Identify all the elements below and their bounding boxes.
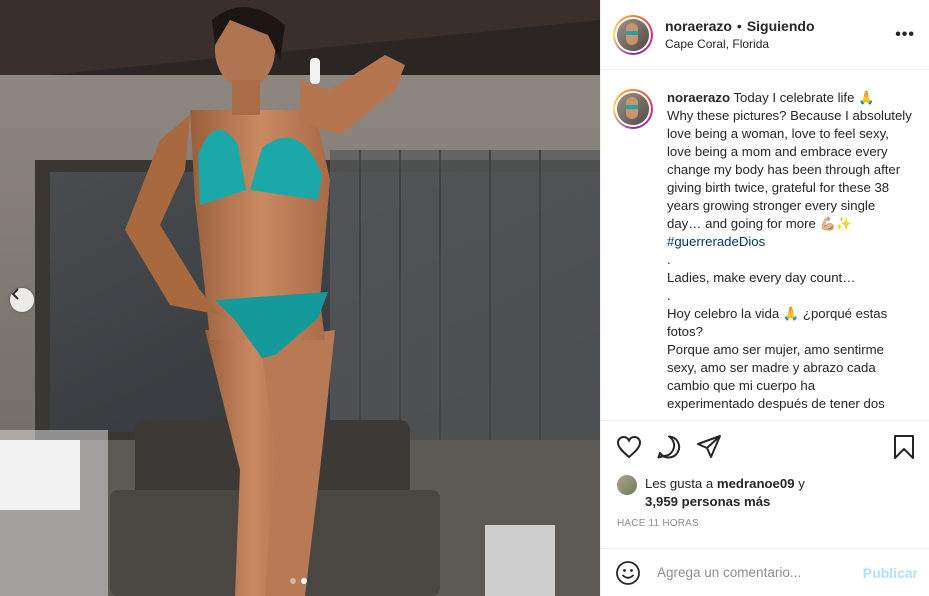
carousel-prev-button[interactable]: [10, 288, 34, 312]
caption-line: fotos?: [667, 324, 703, 339]
action-bar: [601, 420, 929, 472]
follow-status-button[interactable]: Siguiendo: [747, 18, 815, 34]
caption-line: .: [667, 252, 671, 267]
likes-connector: y: [798, 476, 805, 491]
post-comment-button[interactable]: Publicar: [863, 565, 918, 581]
photo-scene: [0, 0, 600, 596]
header-separator: •: [736, 18, 742, 34]
comment-input[interactable]: [657, 565, 847, 580]
hashtag-link[interactable]: #guerreradeDios: [667, 233, 918, 251]
comment-button[interactable]: [653, 431, 685, 463]
caption-line: Porque amo ser mujer, amo sentirme: [667, 342, 884, 357]
caption-line: Today I celebrate life 🙏: [733, 90, 875, 105]
likes-summary: Les gusta a medranoe09 y 3,959 personas …: [617, 475, 805, 511]
caption-line: Ladies, make every day count…: [667, 270, 856, 285]
caption-line: cambio que mi cuerpo ha: [667, 378, 816, 393]
avatar[interactable]: [613, 14, 653, 55]
save-button[interactable]: [888, 431, 920, 463]
caption-line: change my body has been through after: [667, 162, 901, 177]
caption-line: experimentado después de tener dos: [667, 396, 885, 411]
carousel-dot: [290, 578, 296, 584]
caption-line: love being a mom and embrace every: [667, 144, 888, 159]
caption-line: Why these pictures? Because I absolutely: [667, 108, 912, 123]
caption-line: Hoy celebro la vida 🙏 ¿porqué estas: [667, 306, 888, 321]
like-button[interactable]: [613, 431, 645, 463]
liker-username[interactable]: medranoe09: [717, 476, 795, 491]
paper-plane-icon: [697, 434, 721, 458]
caption-line: giving birth twice, grateful for these 3…: [667, 180, 890, 195]
more-options-icon[interactable]: •••: [895, 26, 915, 44]
likes-count-link[interactable]: 3,959 personas más: [645, 494, 770, 509]
post-header: noraerazo • Siguiendo Cape Coral, Florid…: [601, 0, 929, 70]
comment-bubble-icon: [657, 435, 681, 458]
caption-line: .: [667, 288, 671, 303]
carousel-indicator: [290, 578, 307, 584]
emoji-icon[interactable]: [615, 560, 641, 586]
header-username[interactable]: noraerazo: [665, 18, 732, 34]
share-button[interactable]: [693, 431, 725, 463]
post-timestamp[interactable]: HACE 11 HORAS: [617, 518, 699, 529]
post-side-panel: noraerazo • Siguiendo Cape Coral, Florid…: [600, 0, 929, 596]
comment-form: Publicar: [601, 548, 929, 596]
liker-avatar[interactable]: [617, 475, 637, 495]
caption-line: sexy, amo ser madre y abrazo cada: [667, 360, 876, 375]
chevron-left-icon: [11, 288, 19, 300]
post-photo[interactable]: [0, 0, 600, 596]
caption-line: love being a woman, love to feel sexy,: [667, 126, 889, 141]
likes-prefix: Les gusta a: [645, 476, 714, 491]
caption-line: day… and going for more 💪🏼✨: [667, 216, 853, 231]
carousel-dot-active: [301, 578, 307, 584]
bookmark-icon: [894, 434, 914, 459]
caption-avatar[interactable]: [613, 89, 653, 129]
caption-username[interactable]: noraerazo: [667, 90, 730, 105]
heart-icon: [616, 435, 642, 458]
caption-line: years growing stronger every single: [667, 198, 876, 213]
caption-text: noraerazo Today I celebrate life 🙏 Why t…: [667, 89, 918, 413]
location-link[interactable]: Cape Coral, Florida: [665, 37, 815, 51]
caption-section: noraerazo Today I celebrate life 🙏 Why t…: [601, 71, 929, 419]
